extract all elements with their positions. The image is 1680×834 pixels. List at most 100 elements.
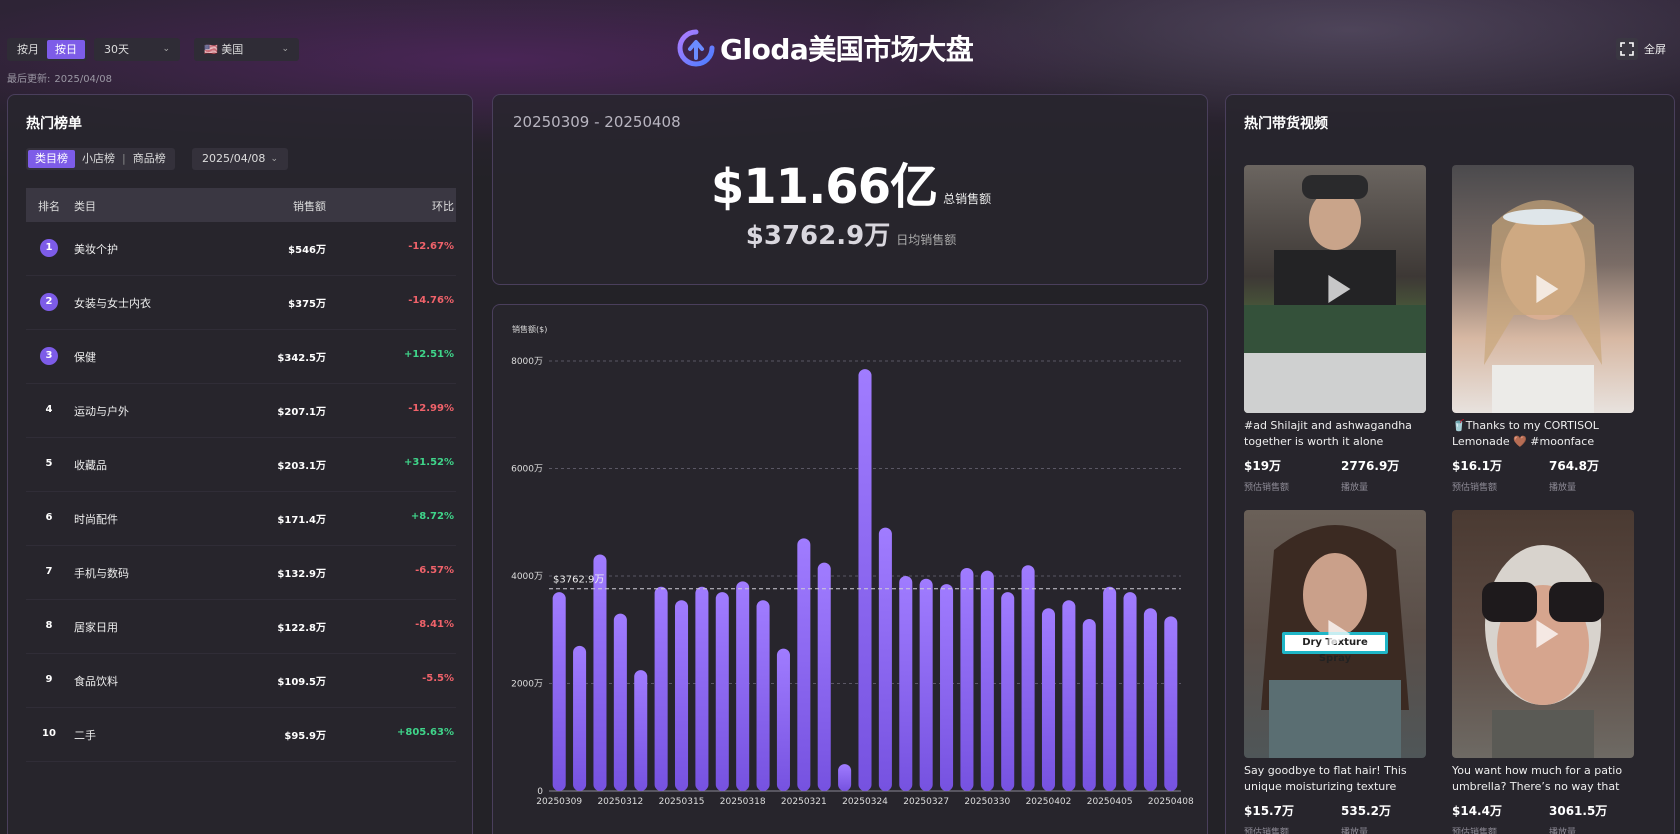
play-icon — [1328, 275, 1351, 303]
video-views: 2776.9万 — [1341, 459, 1400, 473]
chart-bar — [593, 554, 607, 791]
country-select[interactable]: 🇺🇸 美国 ⌄ — [194, 38, 299, 61]
chart-bar — [940, 584, 954, 791]
logo-text: Gloda美国市场大盘 — [720, 33, 974, 66]
play-icon — [1328, 620, 1351, 648]
x-tick-label: 20250405 — [1087, 797, 1133, 807]
toggle-month[interactable]: 按月 — [9, 40, 47, 59]
x-tick-label: 20250402 — [1026, 797, 1072, 807]
video-thumbnail[interactable] — [1452, 165, 1634, 413]
ranking-tabs: 类目榜 小店榜 | 商品榜 — [26, 148, 175, 170]
chart-bar — [736, 581, 750, 791]
row-change: -8.41% — [415, 619, 454, 630]
summary-panel: 20250309 - 20250408 $11.66亿 总销售额 $3762.9万… — [492, 94, 1208, 285]
video-card[interactable]: You want how much for a patio umbrella? … — [1452, 510, 1634, 834]
chart-bar — [838, 764, 852, 791]
app-logo: Gloda美国市场大盘 — [676, 26, 974, 70]
row-change: +8.72% — [410, 511, 454, 522]
video-card[interactable]: Dry Texture Spray Say goodbye to flat ha… — [1244, 510, 1426, 834]
chart-bar — [980, 570, 994, 791]
tab-product[interactable]: 商品榜 — [126, 150, 173, 168]
chart-bar — [573, 645, 587, 791]
chart-bar — [960, 567, 974, 791]
video-views-label: 播放量 — [1549, 828, 1577, 834]
period-select[interactable]: 30天 ⌄ — [94, 38, 180, 61]
video-sales-label: 预估销售额 — [1244, 828, 1290, 834]
chart-bar — [1041, 608, 1056, 791]
table-row[interactable]: 10 二手 $95.9万 +805.63% — [26, 708, 456, 762]
chart-bar — [797, 538, 811, 791]
chart-bar — [899, 576, 913, 791]
video-thumbnail[interactable]: Dry Texture Spray — [1244, 510, 1426, 758]
table-row[interactable]: 6 时尚配件 $171.4万 +8.72% — [26, 492, 456, 546]
y-tick-label: 8000万 — [511, 357, 543, 367]
table-header: 排名 类目 销售额 环比 — [26, 188, 456, 222]
row-sales: $546万 — [288, 245, 326, 256]
ranking-panel: 热门榜单 类目榜 小店榜 | 商品榜 2025/04/08 ⌄ 排名 类目 销售… — [7, 94, 473, 834]
video-views: 764.8万 — [1549, 459, 1599, 473]
fullscreen-label: 全屏 — [1644, 43, 1666, 56]
video-thumbnail[interactable] — [1244, 165, 1426, 413]
tab-shop[interactable]: 小店榜 — [75, 150, 122, 168]
y-axis-title: 销售额($) — [512, 324, 547, 334]
row-sales: $95.9万 — [284, 731, 326, 742]
video-card[interactable]: #ad Shilajit and ashwagandha together is… — [1244, 165, 1426, 493]
row-sales: $171.4万 — [277, 515, 326, 526]
x-tick-label: 20250309 — [536, 797, 582, 807]
rank-number: 7 — [45, 566, 53, 577]
videos-panel: 热门带货视频 #ad Shilajit and ashwagandha toge… — [1225, 94, 1675, 834]
chart-bar — [654, 586, 668, 791]
table-row[interactable]: 2 女装与女士内衣 $375万 -14.76% — [26, 276, 456, 330]
x-tick-label: 20250318 — [720, 797, 766, 807]
date-select-value: 2025/04/08 — [202, 152, 266, 165]
video-thumbnail[interactable] — [1452, 510, 1634, 758]
daily-sales-label: 日均销售额 — [896, 233, 957, 247]
video-card[interactable]: 🥤Thanks to my CORTISOL Lemonade 🤎 #moonf… — [1452, 165, 1634, 493]
row-category: 收藏品 — [74, 459, 107, 472]
chart-bar — [817, 562, 831, 791]
video-sales-label: 预估销售额 — [1452, 828, 1498, 834]
table-row[interactable]: 1 美妆个护 $546万 -12.67% — [26, 222, 456, 276]
row-sales: $342.5万 — [277, 353, 326, 364]
daily-sales-value: $3762.9万 — [745, 221, 891, 251]
rank-number: 6 — [45, 512, 53, 523]
row-category: 手机与数码 — [74, 567, 129, 580]
period-select-value: 30天 — [104, 43, 129, 56]
table-row[interactable]: 8 居家日用 $122.8万 -8.41% — [26, 600, 456, 654]
chart-bar — [695, 586, 709, 791]
date-range: 20250309 - 20250408 — [513, 113, 681, 131]
chart-bar — [715, 592, 729, 791]
table-row[interactable]: 7 手机与数码 $132.9万 -6.57% — [26, 546, 456, 600]
video-stats: $19万 预估销售额 2776.9万 播放量 — [1244, 457, 1426, 493]
fullscreen-button[interactable]: 全屏 — [1616, 38, 1666, 60]
row-change: -6.57% — [415, 565, 454, 576]
row-category: 食品饮料 — [74, 675, 118, 688]
video-sales: $16.1万 — [1452, 459, 1502, 473]
table-row[interactable]: 5 收藏品 $203.1万 +31.52% — [26, 438, 456, 492]
col-category: 类目 — [74, 200, 96, 213]
table-row[interactable]: 9 食品饮料 $109.5万 -5.5% — [26, 654, 456, 708]
table-row[interactable]: 3 保健 $342.5万 +12.51% — [26, 330, 456, 384]
tab-category[interactable]: 类目榜 — [28, 150, 75, 168]
chart-bar — [756, 600, 770, 791]
row-sales: $132.9万 — [277, 569, 326, 580]
video-title: Say goodbye to flat hair! This unique mo… — [1244, 764, 1407, 793]
chart-bar — [634, 670, 648, 791]
toggle-day[interactable]: 按日 — [47, 40, 85, 59]
video-views: 535.2万 — [1341, 804, 1391, 818]
row-category: 女装与女士内衣 — [74, 297, 151, 310]
video-sales-label: 预估销售额 — [1452, 483, 1498, 493]
x-tick-label: 20250312 — [597, 797, 643, 807]
chart-bar — [1103, 586, 1117, 791]
last-update-label: 最后更新: — [7, 74, 51, 85]
total-sales-value: $11.66亿 — [710, 159, 938, 215]
chart-bar — [878, 527, 892, 791]
ranking-title: 热门榜单 — [26, 116, 82, 132]
videos-title: 热门带货视频 — [1244, 116, 1328, 132]
x-tick-label: 20250321 — [781, 797, 827, 807]
last-update-value: 2025/04/08 — [54, 74, 113, 85]
video-stats: $16.1万 预估销售额 764.8万 播放量 — [1452, 457, 1634, 493]
date-select[interactable]: 2025/04/08 ⌄ — [192, 148, 288, 170]
y-tick-label: 4000万 — [511, 572, 543, 582]
table-row[interactable]: 4 运动与户外 $207.1万 -12.99% — [26, 384, 456, 438]
